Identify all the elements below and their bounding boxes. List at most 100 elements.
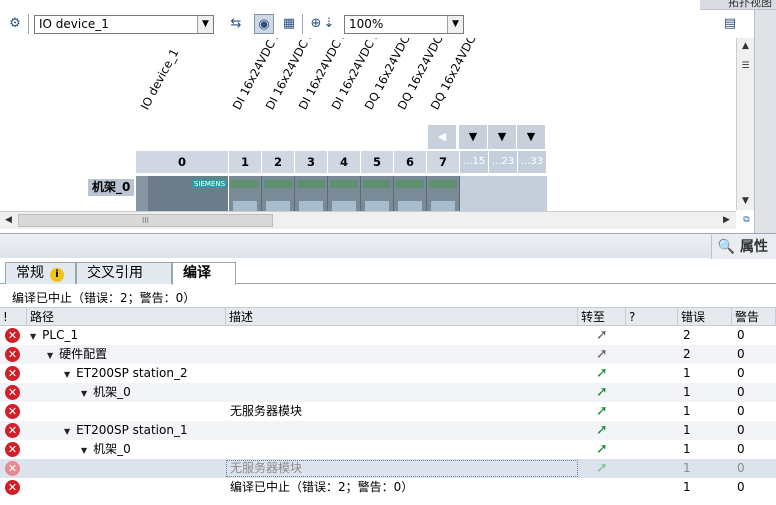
module-label-strip — [330, 180, 358, 188]
io-module[interactable] — [361, 176, 394, 213]
rack-label: 机架_0 — [88, 179, 135, 196]
overview-navigation-icon[interactable]: ⧉ — [738, 212, 755, 229]
vertical-scrollbar[interactable]: ▲ ☰ ▼ — [736, 38, 754, 210]
goto-arrow-icon[interactable]: ➚ — [596, 384, 610, 400]
table-row[interactable]: ✕ ▼ ET200SP station_1 ➚ 1 0 — [0, 421, 776, 440]
module-connector — [233, 201, 257, 211]
empty-slots[interactable] — [460, 176, 547, 213]
device-select[interactable]: IO device_1 ▼ — [34, 15, 214, 34]
goto-arrow-icon[interactable]: ➚ — [596, 327, 610, 343]
scroll-left-icon[interactable]: ◀ — [0, 212, 17, 229]
warning-count-cell: 0 — [737, 442, 745, 456]
horizontal-scrollbar[interactable]: ◀ III ▶ ⧉ — [0, 211, 750, 229]
interface-module[interactable]: SIEMENS — [148, 176, 228, 213]
goto-arrow-icon[interactable]: ➚ — [596, 441, 610, 457]
expand-toggle-icon[interactable]: ▼ — [64, 370, 70, 379]
toolbar-divider — [28, 14, 29, 34]
show-labels-icon[interactable]: ◉ — [254, 14, 274, 34]
expand-slot-icon[interactable]: ▼ — [459, 125, 487, 149]
scroll-down-icon[interactable]: ▼ — [737, 193, 754, 210]
col-header-goto[interactable]: 转至 — [578, 308, 626, 327]
table-row[interactable]: ✕ ▼ 硬件配置 ➚ 2 0 — [0, 345, 776, 364]
inspector-window: 🔍 属性 常规 i 交叉引用 编译 编译已中止（错误：2；警告：0） ! 路径 描… — [0, 233, 776, 505]
table-row[interactable]: ✕ ▼ 机架_0 ➚ 1 0 — [0, 383, 776, 402]
device-data-icon[interactable]: ▤ — [720, 14, 740, 34]
zoom-dropdown-icon[interactable]: ⇣ — [322, 14, 336, 34]
io-module[interactable] — [262, 176, 295, 213]
chevron-down-icon[interactable]: ▼ — [197, 16, 213, 33]
expand-toggle-icon[interactable]: ▼ — [81, 446, 87, 455]
slot-header: 6 — [394, 151, 427, 173]
path-cell: ▼ ET200SP station_1 — [64, 421, 254, 440]
path-cell — [13, 402, 203, 421]
compile-status: 编译已中止（错误：2；警告：0） — [12, 291, 196, 305]
topology-view-strip[interactable]: 拓扑视图 — [700, 0, 776, 10]
module-label-strip — [231, 180, 259, 188]
col-header-description[interactable]: 描述 — [226, 308, 578, 327]
table-row[interactable]: ✕ ▼ ET200SP station_2 ➚ 1 0 — [0, 364, 776, 383]
slot-header: 0 — [136, 151, 229, 173]
slot-header: 5 — [361, 151, 394, 173]
error-count-cell: 2 — [683, 328, 691, 342]
right-side-panel[interactable] — [754, 10, 776, 233]
module-connector — [266, 201, 290, 211]
scrollbar-thumb[interactable]: III — [18, 214, 273, 227]
tab-compile[interactable]: 编译 — [172, 262, 236, 285]
warning-count-cell: 0 — [737, 328, 745, 342]
io-module[interactable] — [328, 176, 361, 213]
slot-header: ...15 — [460, 151, 489, 173]
module-connector — [299, 201, 323, 211]
table-row[interactable]: ✕ 无服务器模块 ➚ 1 0 — [0, 402, 776, 421]
scroll-right-icon[interactable]: ▶ — [718, 212, 735, 229]
network-icon[interactable]: ⚙ — [5, 14, 25, 34]
io-module[interactable] — [229, 176, 262, 213]
tab-compile-label: 编译 — [183, 265, 211, 281]
col-header-question[interactable]: ? — [626, 308, 678, 327]
io-module[interactable] — [394, 176, 427, 213]
warning-count-cell: 0 — [737, 366, 745, 380]
tab-cross-references-label: 交叉引用 — [87, 265, 143, 281]
scroll-up-icon[interactable]: ▲ — [737, 38, 754, 55]
path-text: 机架_0 — [93, 385, 131, 399]
goto-arrow-icon[interactable]: ➚ — [596, 403, 610, 419]
col-header-path[interactable]: 路径 — [27, 308, 226, 327]
expand-toggle-icon[interactable]: ▼ — [81, 389, 87, 398]
expand-slot-icon[interactable]: ▼ — [517, 125, 545, 149]
col-header-warnings[interactable]: 警告 — [732, 308, 776, 327]
goto-arrow-icon[interactable]: ➚ — [596, 460, 610, 476]
chevron-down-icon[interactable]: ▼ — [447, 16, 463, 33]
expand-toggle-icon[interactable]: ▼ — [30, 332, 36, 341]
error-count-cell: 1 — [683, 461, 691, 475]
device-canvas[interactable]: IO device_1 DI 16x24VDC ST_1 DI 16x24VDC… — [0, 38, 736, 213]
expand-toggle-icon[interactable]: ▼ — [47, 351, 53, 360]
error-count-cell: 1 — [683, 385, 691, 399]
scroll-menu-icon[interactable]: ☰ — [737, 58, 754, 75]
device-select-value: IO device_1 — [39, 17, 109, 31]
io-module[interactable] — [295, 176, 328, 213]
properties-tab-label: 属性 — [740, 239, 768, 255]
expand-toggle-icon[interactable]: ▼ — [64, 427, 70, 436]
description-cell: 无服务器模块 — [230, 404, 303, 418]
scroll-left-slot-icon[interactable]: ◀ — [428, 125, 456, 149]
description-cell — [230, 383, 575, 402]
slot-header: ...23 — [489, 151, 518, 173]
io-module[interactable] — [427, 176, 460, 213]
goto-arrow-icon[interactable]: ➚ — [596, 346, 610, 362]
goto-arrow-icon[interactable]: ➚ — [596, 365, 610, 381]
tab-cross-references[interactable]: 交叉引用 — [76, 262, 172, 284]
focus-outline — [226, 460, 578, 477]
swap-view-icon[interactable]: ⇆ — [226, 14, 246, 34]
expand-slot-icon[interactable]: ▼ — [488, 125, 516, 149]
table-row[interactable]: ✕ 编译已中止（错误：2；警告：0） 1 0 — [0, 478, 776, 497]
grid-icon[interactable]: ▦ — [279, 14, 299, 34]
goto-arrow-icon[interactable]: ➚ — [596, 422, 610, 438]
error-count-cell: 1 — [683, 480, 691, 494]
tab-general[interactable]: 常规 i — [5, 262, 76, 284]
zoom-select[interactable]: 100% ▼ — [344, 15, 464, 34]
col-header-errors[interactable]: 错误 — [678, 308, 732, 327]
col-header-marker[interactable]: ! — [0, 308, 27, 327]
properties-tab[interactable]: 🔍 属性 — [710, 235, 776, 259]
table-row[interactable]: ✕ ▼ 机架_0 ➚ 1 0 — [0, 440, 776, 459]
table-row[interactable]: ✕ ▼ PLC_1 ➚ 2 0 — [0, 326, 776, 345]
table-row[interactable]: ✕ 无服务器模块 ➚ 1 0 — [0, 459, 776, 478]
